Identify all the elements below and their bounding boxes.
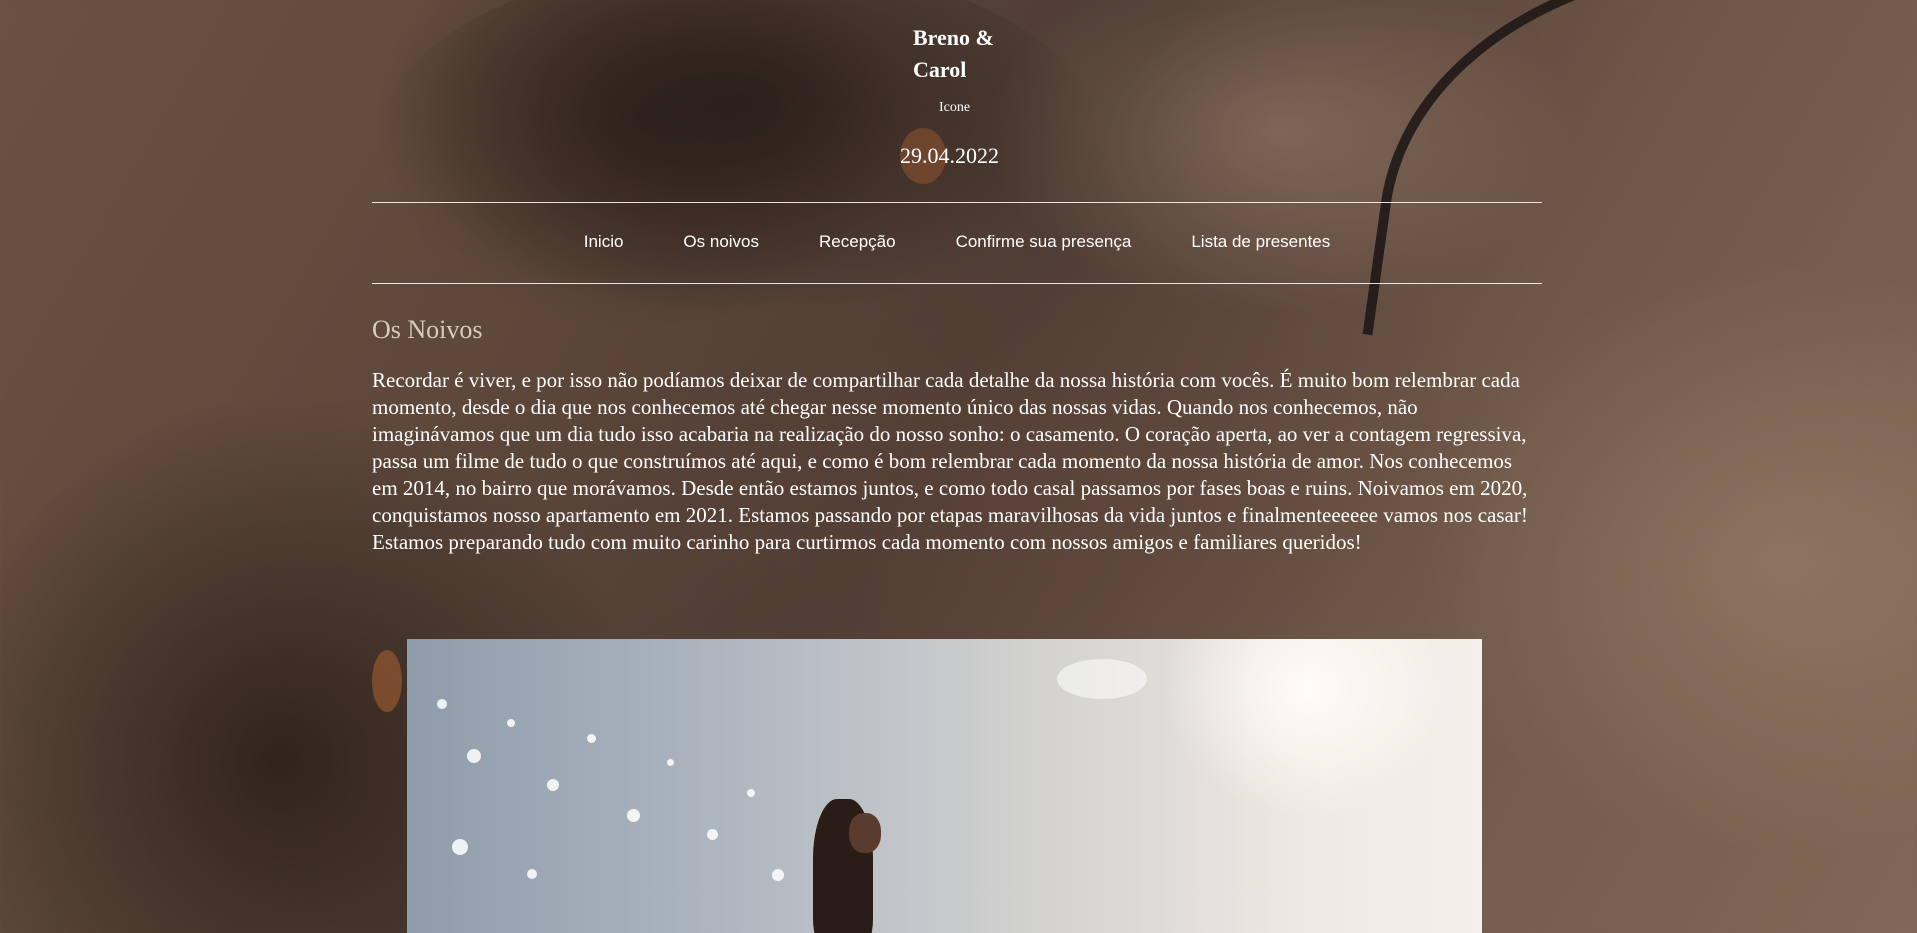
brand-icon-label: Icone <box>939 100 971 115</box>
photo-cloud <box>1057 659 1147 699</box>
nav-item-lista-presentes[interactable]: Lista de presentes <box>1191 232 1330 252</box>
photo-water-drop <box>452 839 468 855</box>
nav-item-os-noivos[interactable]: Os noivos <box>683 232 759 252</box>
photo-water-drop <box>747 789 755 797</box>
wedding-date: 29.04.2022 <box>900 143 999 168</box>
photo-water-drop <box>467 749 481 763</box>
nav-item-inicio[interactable]: Inicio <box>584 232 624 252</box>
photo-water-drop <box>707 829 718 840</box>
section-title: Os Noivos <box>372 315 483 344</box>
photo-water-drop <box>772 869 784 881</box>
nav-divider-top <box>372 202 1542 203</box>
nav-item-recepcao[interactable]: Recepção <box>819 232 896 252</box>
brand-title[interactable]: Breno & Carol <box>913 22 1033 86</box>
main-nav: Inicio Os noivos Recepção Confirme sua p… <box>372 232 1542 252</box>
photo-water-drop <box>437 699 447 709</box>
photo-water-drop <box>627 809 640 822</box>
photo-water-drop <box>547 779 559 791</box>
photo-water-drop <box>507 719 515 727</box>
photo-water-drop <box>527 869 537 879</box>
photo-person <box>805 799 895 933</box>
couple-photo <box>407 639 1482 933</box>
nav-divider-bottom <box>372 283 1542 284</box>
story-paragraph: Recordar é viver, e por isso não podíamo… <box>372 368 1528 554</box>
photo-water-drop <box>667 759 674 766</box>
photo-water-drop <box>587 734 596 743</box>
nav-item-confirme-presenca[interactable]: Confirme sua presença <box>956 232 1132 252</box>
photo-person-face <box>849 813 881 853</box>
